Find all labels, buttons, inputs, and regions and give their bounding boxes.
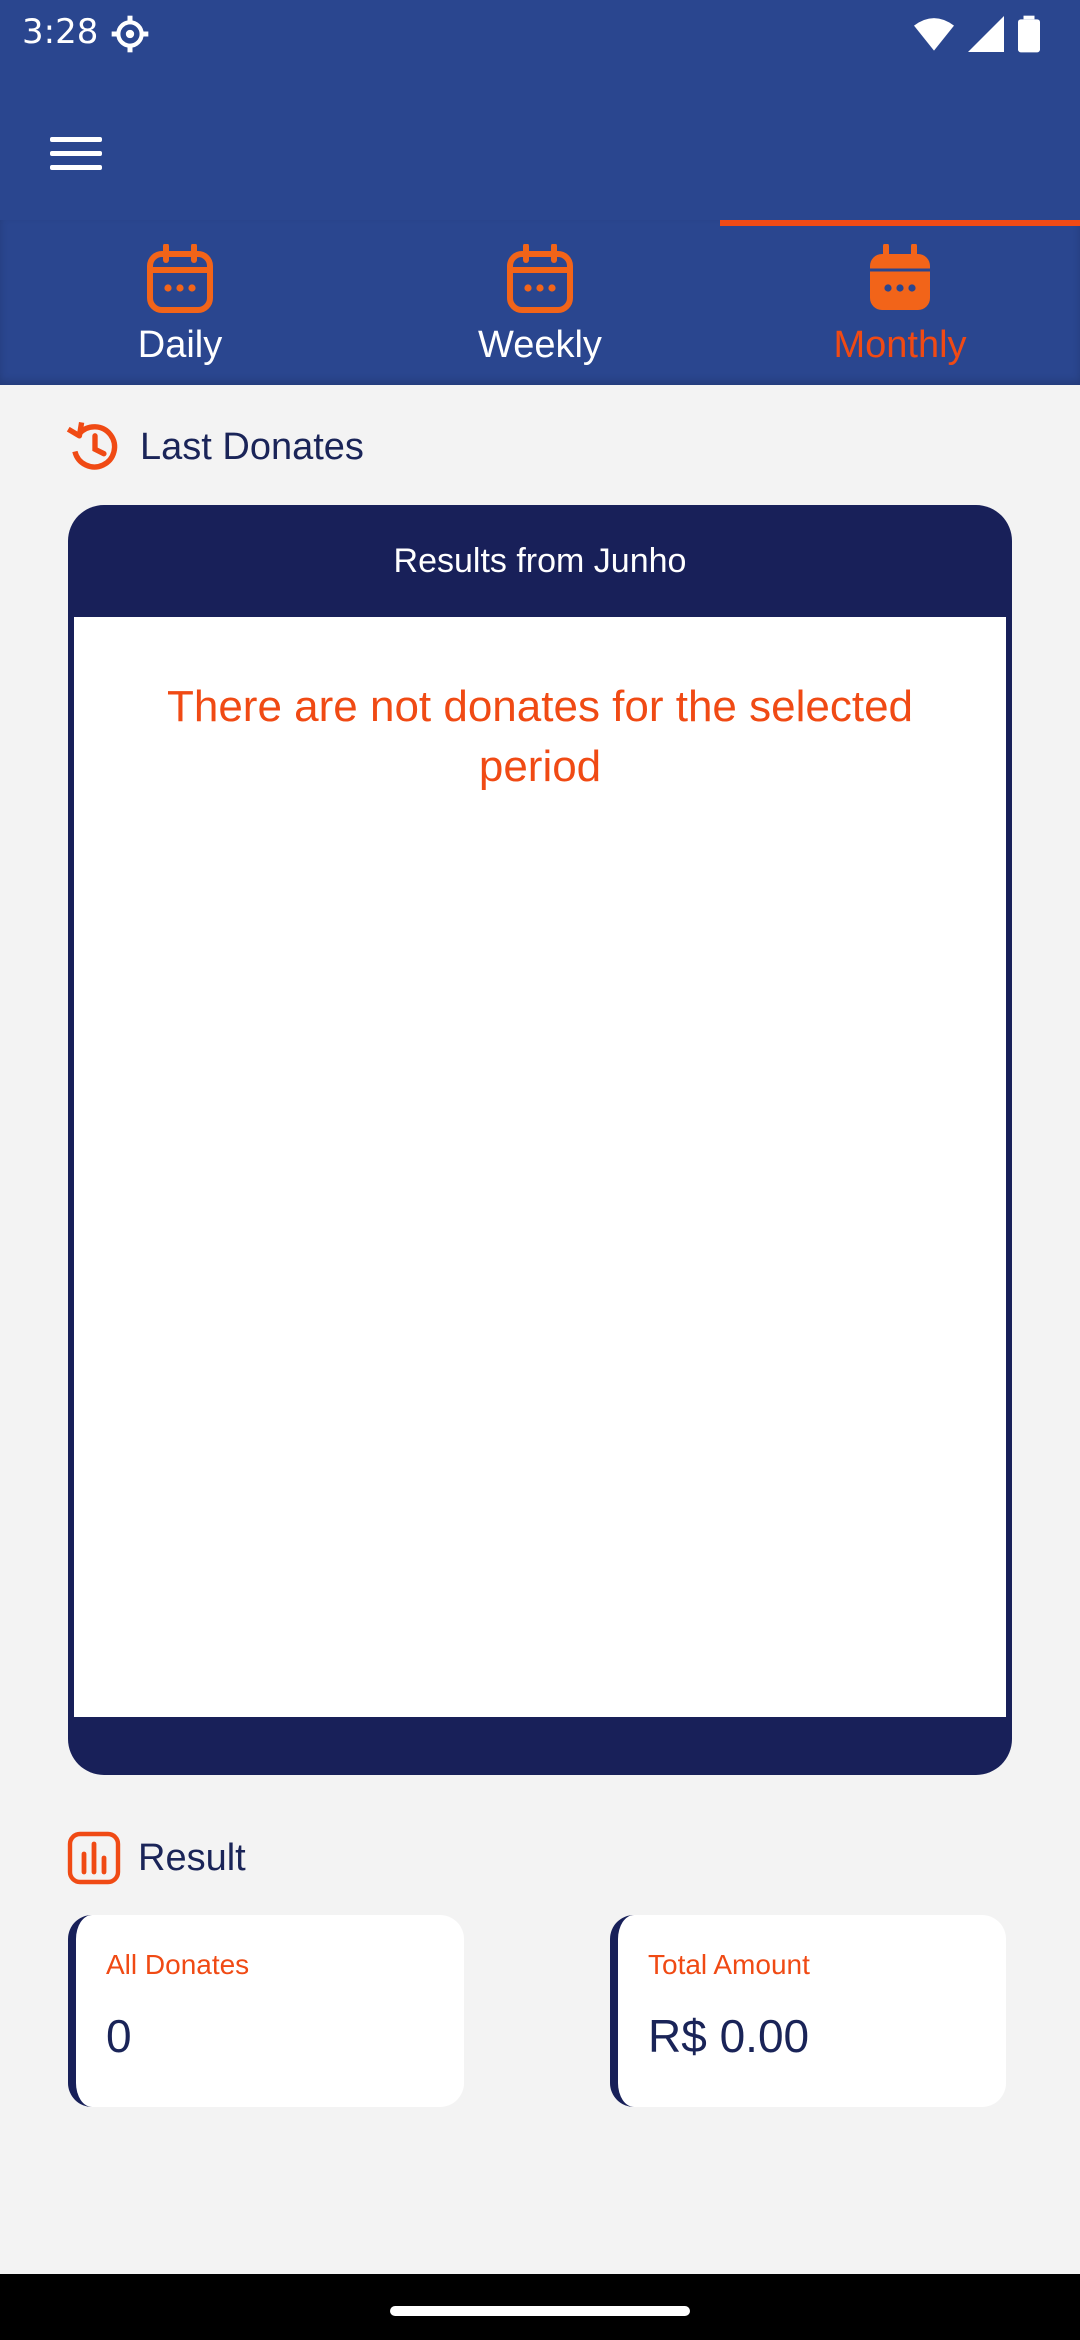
gear-icon (111, 15, 149, 53)
status-icons (914, 14, 1040, 54)
status-time: 3:28 (22, 12, 99, 52)
status-bar: 3:28 (0, 0, 1080, 66)
empty-message: There are not donates for the selected p… (166, 682, 914, 791)
tab-label: Daily (137, 324, 223, 366)
calendar-icon (507, 244, 573, 313)
menu-button[interactable] (38, 116, 114, 192)
tab-daily[interactable]: Daily (0, 220, 360, 385)
home-gesture-handle[interactable] (390, 2306, 690, 2316)
donates-list: There are not donates for the selected p… (74, 617, 1006, 1717)
stat-value: R$ 0.00 (648, 2010, 810, 2062)
active-tab-indicator (720, 220, 1080, 226)
section-title: Result (138, 1836, 246, 1879)
calendar-icon (147, 244, 213, 313)
last-donates-heading: Last Donates (66, 420, 364, 474)
section-title: Last Donates (140, 425, 364, 468)
total-amount-card: Total Amount R$ 0.00 (610, 1915, 1006, 2107)
tab-label: Monthly (833, 324, 967, 366)
donates-card: Results from Junho There are not donates… (68, 505, 1012, 1775)
signal-icon (968, 16, 1004, 52)
history-icon (66, 422, 118, 470)
stat-value: 0 (106, 2010, 132, 2062)
wifi-icon (914, 18, 954, 51)
result-heading: Result (66, 1830, 246, 1886)
hamburger-menu-icon (50, 137, 102, 170)
app-bar (0, 66, 1080, 220)
calendar-icon (870, 244, 930, 310)
stat-label: All Donates (106, 1949, 250, 1980)
battery-icon (1018, 15, 1040, 53)
tab-label: Weekly (478, 324, 602, 366)
bar-chart-icon (67, 1831, 121, 1885)
all-donates-card: All Donates 0 (68, 1915, 464, 2107)
stat-label: Total Amount (648, 1949, 810, 1980)
tab-monthly[interactable]: Monthly (720, 220, 1080, 385)
card-header: Results from Junho (393, 541, 687, 580)
period-tabs: Daily Weekly Monthly (0, 220, 1080, 385)
system-nav-bar (0, 2274, 1080, 2340)
tab-weekly[interactable]: Weekly (360, 220, 720, 385)
